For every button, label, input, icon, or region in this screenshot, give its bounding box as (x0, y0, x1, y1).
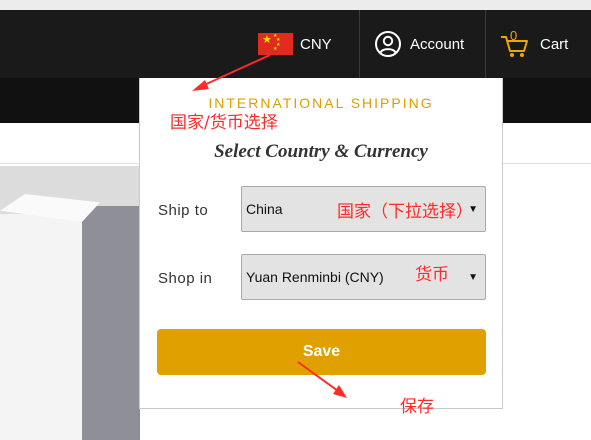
chevron-down-icon: ▼ (468, 272, 478, 283)
cart-icon: 0 (500, 28, 530, 58)
hero-image (0, 166, 140, 440)
annotation-save: 保存 (400, 397, 434, 417)
annotation-country-select: 国家（下拉选择） (337, 202, 473, 222)
header-divider (359, 10, 360, 78)
annotation-currency-select: 国家/货币选择 (170, 113, 278, 133)
cart-count: 0 (510, 28, 518, 43)
annotation-currency: 货币 (415, 265, 449, 285)
currency-code: CNY (300, 35, 332, 53)
ship-to-label: Ship to (158, 202, 209, 219)
shop-in-value: Yuan Renminbi (CNY) (246, 269, 384, 285)
browser-strip (0, 0, 591, 10)
account-label: Account (410, 35, 465, 53)
user-circle-icon (375, 31, 401, 57)
china-flag-icon: ★ ★ ★ ★ ★ (258, 33, 293, 55)
currency-selector-button[interactable]: ★ ★ ★ ★ ★ CNY (258, 28, 348, 60)
account-button[interactable]: Account (374, 30, 474, 58)
header-divider (485, 10, 486, 78)
shop-in-select[interactable]: Yuan Renminbi (CNY) ▼ (241, 254, 486, 300)
save-button[interactable]: Save (157, 329, 486, 375)
cart-button[interactable]: 0 Cart (500, 28, 580, 60)
ship-to-value: China (246, 201, 283, 217)
cart-label: Cart (540, 35, 569, 53)
dropdown-title: Select Country & Currency (214, 141, 428, 162)
shop-in-label: Shop in (158, 270, 213, 287)
